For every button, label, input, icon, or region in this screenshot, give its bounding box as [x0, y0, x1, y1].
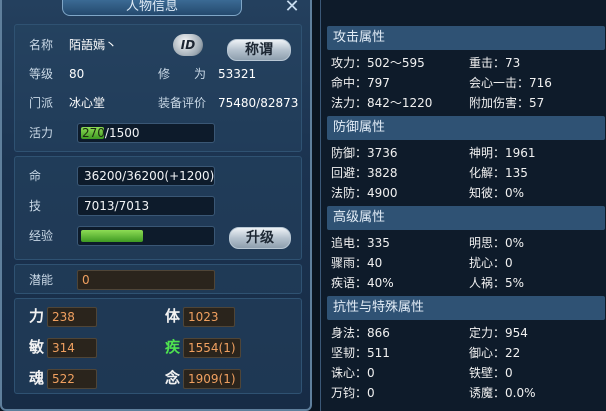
cultivation-label: 修 为 [158, 67, 207, 81]
attr-value-speed: 1554(1) [183, 338, 241, 358]
hp-label: 命 [29, 169, 42, 183]
gear-score-value: 75480/82873 [218, 96, 299, 110]
defense-row-2-right: 知彼：0% [469, 186, 525, 200]
id-button[interactable]: ID [173, 34, 203, 56]
attack-header: 攻击属性 [327, 26, 605, 50]
name-label: 名称 [29, 38, 54, 52]
defense-row-2-left: 法防：4900 [331, 186, 398, 200]
resist-row-1-left: 坚韧：511 [331, 346, 390, 360]
advanced-row-2-left: 疾语：40% [331, 276, 394, 290]
panel-title: 人物信息 [62, 0, 242, 16]
attack-row-0-left: 攻力：502～595 [331, 56, 425, 70]
attr-label-mind: 念 [165, 369, 181, 387]
title-button[interactable]: 称谓 [227, 39, 291, 61]
advanced-row-1-left: 骤雨：40 [331, 256, 383, 270]
attack-row-2-right: 附加伤害：57 [469, 96, 545, 110]
potential-value: 0 [77, 270, 215, 290]
advanced-row-1-right: 扰心：0 [469, 256, 513, 270]
attr-value-soul: 522 [47, 369, 97, 389]
resist-row-3-right: 诱魔：0.0% [469, 386, 536, 400]
level-value: 80 [69, 67, 85, 81]
upgrade-button[interactable]: 升级 [229, 227, 291, 249]
defense-row-1-left: 回避：3828 [331, 166, 398, 180]
level-label: 等级 [29, 67, 54, 81]
close-icon[interactable]: ✕ [283, 0, 301, 16]
vitality-current: 270 [82, 126, 105, 140]
resist-row-0-right: 定力：954 [469, 326, 528, 340]
attr-value-constitution: 1023 [183, 307, 235, 327]
resist-header: 抗性与特殊属性 [327, 296, 605, 320]
attr-label-agility: 敏 [29, 338, 45, 356]
attr-label-strength: 力 [29, 307, 45, 325]
gear-score-label: 装备评价 [158, 96, 207, 110]
defense-row-1-right: 化解：135 [469, 166, 528, 180]
defense-row-0-left: 防御：3736 [331, 146, 398, 160]
advanced-row-0-right: 明思：0% [469, 236, 525, 250]
sect-value: 冰心堂 [69, 96, 106, 110]
resist-row-2-left: 诛心：0 [331, 366, 375, 380]
attr-label-speed: 疾 [165, 338, 181, 356]
attack-row-1-left: 命中：797 [331, 76, 390, 90]
exp-bar-fill [81, 230, 143, 242]
character-info-panel: 人物信息 ✕ 名称 陌語嫣丶 ID 称谓 等级 80 修 为 53321 门派 … [0, 0, 312, 411]
identity-section: 名称 陌語嫣丶 ID 称谓 等级 80 修 为 53321 门派 冰心堂 装备评… [14, 24, 302, 152]
attr-label-constitution: 体 [165, 307, 181, 325]
vitality-label: 活力 [29, 126, 54, 140]
sect-label: 门派 [29, 96, 54, 110]
defense-header: 防御属性 [327, 116, 605, 140]
resist-row-1-right: 御心：22 [469, 346, 521, 360]
attack-row-0-right: 重击：73 [469, 56, 521, 70]
attack-row-2-left: 法力：842～1220 [331, 96, 433, 110]
resist-row-2-right: 铁壁：0 [469, 366, 513, 380]
resist-row-0-left: 身法：866 [331, 326, 390, 340]
stats-section: 命 36200/36200(+1200) 技 7013/7013 经验 升级 [14, 156, 302, 260]
exp-label: 经验 [29, 229, 54, 243]
attr-label-soul: 魂 [29, 369, 45, 387]
mp-value: 7013/7013 [77, 196, 215, 216]
attack-row-1-right: 会心一击：716 [469, 76, 552, 90]
hp-value: 36200/36200(+1200) [77, 166, 215, 186]
resist-row-3-left: 万钧：0 [331, 386, 375, 400]
attributes-section: 力 238 体 1023 敏 314 疾 1554(1) 魂 522 念 190… [14, 298, 302, 394]
potential-label: 潜能 [29, 273, 54, 287]
attr-value-mind: 1909(1) [183, 369, 241, 389]
attr-value-strength: 238 [47, 307, 97, 327]
attr-value-agility: 314 [47, 338, 97, 358]
vitality-max: /1500 [104, 126, 140, 140]
name-value: 陌語嫣丶 [69, 38, 118, 52]
advanced-row-0-left: 追电：335 [331, 236, 390, 250]
attribute-details-panel: 攻击属性 攻力：502～595 重击：73 命中：797 会心一击：716 法力… [320, 0, 606, 411]
vitality-bar: 270/1500 [77, 123, 215, 143]
defense-row-0-right: 神明：1961 [469, 146, 536, 160]
advanced-header: 高级属性 [327, 206, 605, 230]
potential-section: 潜能 0 [14, 264, 302, 294]
mp-label: 技 [29, 199, 42, 213]
exp-bar [77, 226, 215, 246]
advanced-row-2-right: 人祸：5% [469, 276, 525, 290]
cultivation-value: 53321 [218, 67, 257, 81]
